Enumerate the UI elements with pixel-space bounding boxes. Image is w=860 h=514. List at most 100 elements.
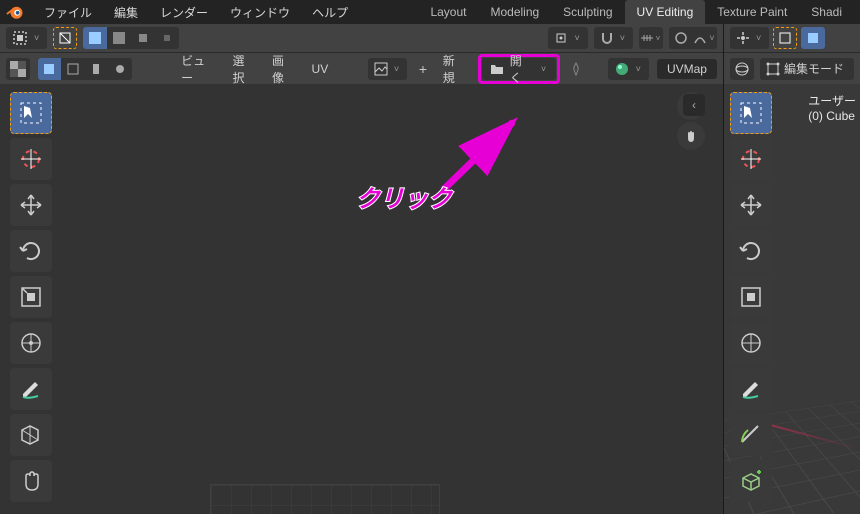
open-image-button[interactable]: 開く ˅ [482, 58, 556, 80]
select-mode-face[interactable] [131, 27, 155, 49]
uvmap-selector[interactable]: UVMap [657, 59, 717, 79]
falloff-dropdown[interactable]: ˅ [693, 27, 717, 49]
checker-icon [10, 61, 26, 77]
ruler-icon [738, 422, 764, 448]
material-sphere-icon [614, 61, 630, 77]
tool-rotate[interactable] [10, 230, 52, 272]
display-mode-1[interactable] [38, 58, 62, 80]
edit-mode-icon [766, 62, 780, 76]
menu-uv[interactable]: UV [308, 58, 333, 80]
tool-rip[interactable] [10, 414, 52, 456]
hand-icon [683, 128, 699, 144]
tab-shading[interactable]: Shadi [799, 0, 854, 24]
display-mode-2[interactable] [61, 58, 85, 80]
menu-render[interactable]: レンダー [150, 0, 218, 25]
tab-sculpting[interactable]: Sculpting [551, 0, 624, 24]
tool-move[interactable] [10, 184, 52, 226]
info-object: (0) Cube [808, 109, 856, 123]
menu-view[interactable]: ビュー [177, 48, 220, 90]
top-menubar: ファイル 編集 レンダー ウィンドウ ヘルプ Layout Modeling S… [0, 0, 860, 24]
pin-icon[interactable] [568, 61, 584, 77]
select-mode-3d[interactable] [801, 27, 825, 49]
tool-annotate-3d[interactable] [730, 368, 772, 410]
move-icon [738, 192, 764, 218]
proportional-toggle[interactable] [669, 27, 693, 49]
snap-increment[interactable]: ˅ [639, 27, 663, 49]
tool-transform[interactable] [10, 322, 52, 364]
editor-type-3d[interactable] [730, 58, 754, 80]
uv-editor-icon [12, 30, 28, 46]
snap-dropdown[interactable]: ˅ [594, 27, 633, 49]
select-mode-edge[interactable] [107, 27, 131, 49]
tab-uv-editing[interactable]: UV Editing [625, 0, 706, 24]
circle-icon [674, 31, 688, 45]
chevron-down-icon: ˅ [654, 34, 663, 43]
mode-dropdown[interactable]: 編集モード [760, 58, 854, 80]
tool-measure-3d[interactable] [730, 414, 772, 456]
new-image-plus-icon[interactable]: + [415, 61, 431, 77]
menu-edit[interactable]: 編集 [104, 0, 148, 25]
chevron-down-icon: ˅ [572, 33, 581, 43]
tool-grab[interactable] [10, 460, 52, 502]
collapse-button[interactable]: ‹ [683, 94, 705, 116]
menu-image[interactable]: 画像 [268, 48, 300, 90]
uv-mode-icon[interactable] [6, 58, 30, 80]
tool-scale[interactable] [10, 276, 52, 318]
info-perspective: ユーザー [808, 92, 856, 109]
display-mode-4[interactable] [108, 58, 132, 80]
menu-window[interactable]: ウィンドウ [220, 0, 300, 25]
scale-icon [738, 284, 764, 310]
viewport-info-text: ユーザー (0) Cube [808, 92, 856, 123]
rip-icon [18, 422, 44, 448]
tool-add-cube-3d[interactable] [730, 460, 772, 502]
uv-editor-panel: ˅ ˅ ˅ ˅ [0, 24, 723, 514]
tool-annotate[interactable] [10, 368, 52, 410]
tool-select-box-3d[interactable] [730, 92, 772, 134]
tool-cursor[interactable] [10, 138, 52, 180]
sticky-select-dropdown[interactable]: ˅ [548, 27, 587, 49]
cube-add-icon [738, 468, 764, 494]
tool-cursor-3d[interactable] [730, 138, 772, 180]
tab-layout[interactable]: Layout [418, 0, 478, 24]
viewport-overlays: ‹ [677, 92, 705, 150]
annotation-label: クリック [356, 179, 452, 214]
image-icon [374, 62, 388, 76]
tab-modeling[interactable]: Modeling [478, 0, 551, 24]
menu-select[interactable]: 選択 [228, 48, 260, 90]
tool-rotate-3d[interactable] [730, 230, 772, 272]
viewport-header-row2: 編集モード [724, 52, 860, 84]
editor-type-dropdown[interactable]: ˅ [6, 27, 47, 49]
transform-icon [738, 330, 764, 356]
chevron-left-icon: ‹ [692, 98, 696, 112]
target-icon [554, 31, 568, 45]
tab-texture-paint[interactable]: Texture Paint [705, 0, 799, 24]
display-mode-group [38, 58, 132, 80]
tool-scale-3d[interactable] [730, 276, 772, 318]
snap-toggle-3d[interactable] [773, 27, 797, 49]
image-selector-dropdown[interactable]: ˅ [368, 58, 407, 80]
new-image-button[interactable]: 新規 [439, 48, 471, 90]
cursor-select-icon [738, 100, 764, 126]
pan-button[interactable] [677, 122, 705, 150]
curve-icon [693, 31, 707, 45]
select-mode-extra[interactable] [155, 27, 179, 49]
menu-help[interactable]: ヘルプ [302, 0, 358, 25]
viewport-toolbar [730, 92, 772, 502]
display-mode-3[interactable] [85, 58, 109, 80]
tool-select-box[interactable] [10, 92, 52, 134]
rotate-icon [18, 238, 44, 264]
tool-transform-3d[interactable] [730, 322, 772, 364]
chevron-down-icon: ˅ [539, 64, 548, 74]
tool-move-3d[interactable] [730, 184, 772, 226]
uv-sync-toggle[interactable] [53, 27, 77, 49]
workspace-tabs: Layout Modeling Sculpting UV Editing Tex… [418, 0, 854, 24]
cursor-2d-icon [18, 146, 44, 172]
grid-snap-icon [640, 31, 654, 45]
menu-file[interactable]: ファイル [34, 0, 102, 25]
viewport-3d[interactable]: ユーザー (0) Cube [724, 84, 860, 514]
shading-dropdown[interactable]: ˅ [608, 58, 649, 80]
chevron-down-icon: ˅ [392, 64, 401, 74]
select-mode-vertex[interactable] [83, 27, 107, 49]
pivot-dropdown[interactable]: ˅ [730, 27, 769, 49]
proportional-group: ˅ [669, 27, 717, 49]
